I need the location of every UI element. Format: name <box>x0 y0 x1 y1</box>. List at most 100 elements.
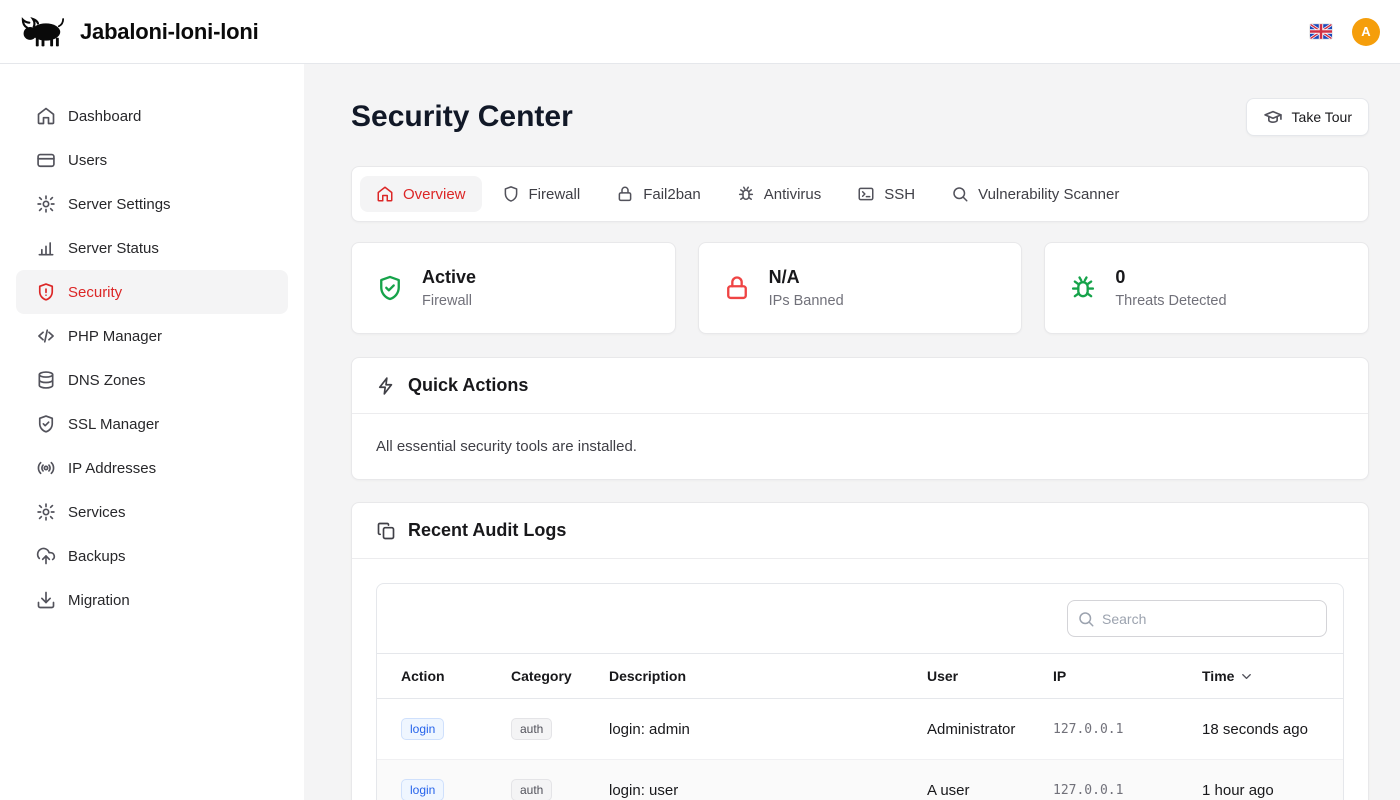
ip-cell: 127.0.0.1 <box>1053 699 1202 760</box>
tab-antivirus[interactable]: Antivirus <box>721 176 838 212</box>
stats-row: Active Firewall N/A IPs Banned 0 Threats… <box>351 242 1369 334</box>
table-row[interactable]: login auth login: user A user 127.0.0.1 … <box>377 760 1343 800</box>
tab-label: SSH <box>884 186 915 203</box>
tab-ssh[interactable]: SSH <box>841 176 931 212</box>
tab-label: Fail2ban <box>643 186 701 203</box>
security-tab-bar: Overview Firewall Fail2ban Antivirus SSH… <box>351 166 1369 222</box>
sidebar-item-services[interactable]: Services <box>16 490 288 534</box>
chevron-down-icon <box>1239 669 1254 684</box>
bar-chart-icon <box>36 238 56 258</box>
sidebar-item-dns-zones[interactable]: DNS Zones <box>16 358 288 402</box>
column-header-user[interactable]: User <box>927 654 1053 699</box>
description-cell: login: admin <box>609 699 927 760</box>
column-header-time[interactable]: Time <box>1202 654 1343 699</box>
stat-card-firewall: Active Firewall <box>351 242 676 334</box>
audit-logs-title: Recent Audit Logs <box>408 520 566 541</box>
search-input[interactable] <box>1067 600 1327 637</box>
ip-cell: 127.0.0.1 <box>1053 760 1202 800</box>
quick-actions-card: Quick Actions All essential security too… <box>351 357 1369 480</box>
action-badge: login <box>401 718 444 740</box>
lock-icon <box>616 185 634 203</box>
wallet-icon <box>36 150 56 170</box>
tab-overview[interactable]: Overview <box>360 176 482 212</box>
column-header-time-label: Time <box>1202 668 1234 684</box>
sidebar-item-users[interactable]: Users <box>16 138 288 182</box>
bug-icon <box>737 185 755 203</box>
time-cell: 18 seconds ago <box>1202 699 1343 760</box>
sidebar-item-label: Services <box>68 504 126 521</box>
bull-logo-icon <box>20 16 66 48</box>
tab-vulnerability-scanner[interactable]: Vulnerability Scanner <box>935 176 1135 212</box>
download-icon <box>36 590 56 610</box>
home-icon <box>376 185 394 203</box>
zap-icon <box>376 376 396 396</box>
table-row[interactable]: login auth login: admin Administrator 12… <box>377 699 1343 760</box>
sidebar-item-label: Security <box>68 284 122 301</box>
stat-card-ips-banned: N/A IPs Banned <box>698 242 1023 334</box>
quick-actions-message: All essential security tools are install… <box>376 438 1344 455</box>
sidebar-item-server-status[interactable]: Server Status <box>16 226 288 270</box>
sidebar: Dashboard Users Server Settings Server S… <box>0 64 304 800</box>
column-header-action[interactable]: Action <box>377 654 511 699</box>
column-header-description[interactable]: Description <box>609 654 927 699</box>
page-title: Security Center <box>351 100 573 134</box>
lock-icon <box>723 274 751 302</box>
action-badge: login <box>401 779 444 800</box>
sidebar-item-label: IP Addresses <box>68 460 156 477</box>
shield-icon <box>502 185 520 203</box>
sidebar-item-php-manager[interactable]: PHP Manager <box>16 314 288 358</box>
shield-check-icon <box>376 274 404 302</box>
search-icon <box>951 185 969 203</box>
tab-label: Firewall <box>529 186 581 203</box>
sidebar-item-label: Server Settings <box>68 196 171 213</box>
take-tour-label: Take Tour <box>1292 109 1352 125</box>
stat-label: IPs Banned <box>769 293 844 309</box>
brand[interactable]: Jabaloni-loni-loni <box>20 16 259 48</box>
shield-alert-icon <box>36 282 56 302</box>
audit-table-card: Action Category Description User IP Time <box>376 583 1344 800</box>
column-header-category[interactable]: Category <box>511 654 609 699</box>
gear-icon <box>36 194 56 214</box>
gear-icon <box>36 502 56 522</box>
main-content: Security Center Take Tour Overview Firew… <box>304 64 1400 800</box>
tab-firewall[interactable]: Firewall <box>486 176 597 212</box>
tab-label: Antivirus <box>764 186 822 203</box>
database-icon <box>36 370 56 390</box>
stat-label: Threats Detected <box>1115 293 1226 309</box>
language-flag-icon[interactable] <box>1310 24 1332 39</box>
column-header-ip[interactable]: IP <box>1053 654 1202 699</box>
sidebar-item-server-settings[interactable]: Server Settings <box>16 182 288 226</box>
code-icon <box>36 326 56 346</box>
audit-logs-card: Recent Audit Logs <box>351 502 1369 800</box>
copy-icon <box>376 521 396 541</box>
sidebar-item-label: Users <box>68 152 107 169</box>
avatar[interactable]: A <box>1352 18 1380 46</box>
sidebar-item-ssl-manager[interactable]: SSL Manager <box>16 402 288 446</box>
audit-table: Action Category Description User IP Time <box>377 653 1343 800</box>
brand-name: Jabaloni-loni-loni <box>80 19 259 45</box>
tab-fail2ban[interactable]: Fail2ban <box>600 176 717 212</box>
description-cell: login: user <box>609 760 927 800</box>
quick-actions-title: Quick Actions <box>408 375 528 396</box>
sidebar-item-ip-addresses[interactable]: IP Addresses <box>16 446 288 490</box>
terminal-icon <box>857 185 875 203</box>
sidebar-item-label: DNS Zones <box>68 372 146 389</box>
home-icon <box>36 106 56 126</box>
sidebar-item-label: Migration <box>68 592 130 609</box>
category-badge: auth <box>511 718 552 740</box>
sidebar-item-security[interactable]: Security <box>16 270 288 314</box>
user-cell: Administrator <box>927 699 1053 760</box>
sidebar-item-backups[interactable]: Backups <box>16 534 288 578</box>
sidebar-item-dashboard[interactable]: Dashboard <box>16 94 288 138</box>
take-tour-button[interactable]: Take Tour <box>1246 98 1369 136</box>
stat-label: Firewall <box>422 293 476 309</box>
stat-value: N/A <box>769 267 844 288</box>
stat-value: 0 <box>1115 267 1226 288</box>
category-badge: auth <box>511 779 552 800</box>
sidebar-item-label: SSL Manager <box>68 416 159 433</box>
search-icon <box>1077 610 1095 628</box>
sidebar-item-migration[interactable]: Migration <box>16 578 288 622</box>
user-cell: A user <box>927 760 1053 800</box>
bug-icon <box>1069 274 1097 302</box>
table-header-row: Action Category Description User IP Time <box>377 654 1343 699</box>
